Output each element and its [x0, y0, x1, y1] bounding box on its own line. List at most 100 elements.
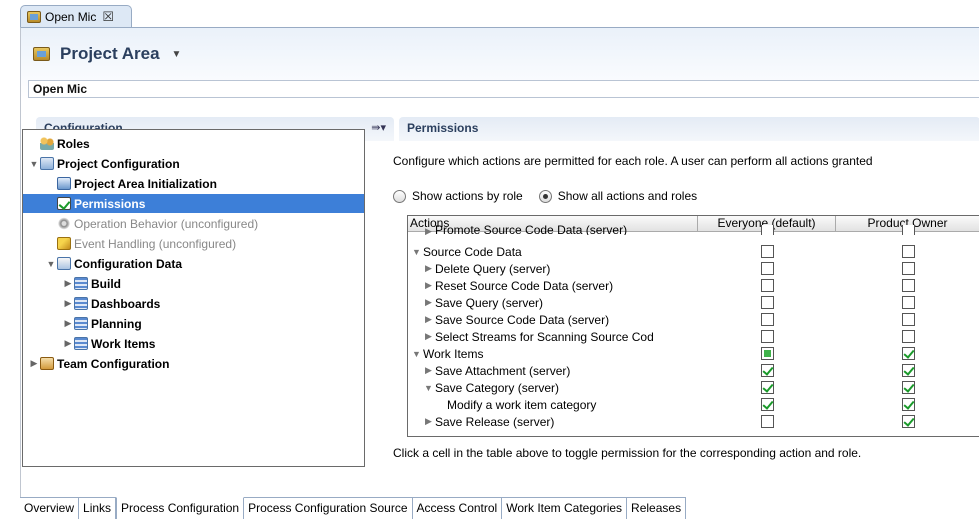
tree-item[interactable]: ▶ Team Configuration — [23, 354, 170, 373]
product-owner-cell[interactable] — [836, 296, 979, 309]
everyone-checkbox[interactable] — [760, 279, 774, 292]
product-owner-checkbox[interactable] — [901, 347, 915, 360]
action-cell[interactable]: ▼ Save Category (server) — [408, 381, 698, 395]
everyone-checkbox[interactable] — [760, 262, 774, 275]
everyone-checkbox[interactable] — [760, 330, 774, 343]
tree-item[interactable]: ▶ Dashboards — [23, 294, 161, 313]
table-row[interactable]: Modify a work item category — [408, 396, 979, 413]
everyone-checkbox[interactable] — [760, 398, 774, 411]
chevron-right-icon[interactable]: ▶ — [63, 298, 73, 309]
tree-item[interactable]: Project Area Initialization — [23, 174, 217, 193]
everyone-cell[interactable] — [698, 296, 836, 309]
chevron-down-icon[interactable]: ▼ — [172, 49, 182, 60]
everyone-checkbox[interactable] — [760, 296, 774, 309]
table-row[interactable]: ▼ Save Category (server) — [408, 379, 979, 396]
tab-process-configuration[interactable]: Process Configuration — [116, 497, 245, 519]
action-cell[interactable]: ▶ Delete Query (server) — [408, 262, 698, 276]
product-owner-checkbox[interactable] — [901, 398, 915, 411]
product-owner-cell[interactable] — [836, 245, 979, 258]
product-owner-checkbox[interactable] — [901, 381, 915, 394]
everyone-cell[interactable] — [698, 279, 836, 292]
table-row[interactable]: ▶ Select Streams for Scanning Source Cod — [408, 328, 979, 345]
chevron-right-icon[interactable]: ▶ — [424, 280, 433, 291]
everyone-cell[interactable] — [698, 245, 836, 258]
product-owner-cell[interactable] — [836, 415, 979, 428]
table-row[interactable]: ▶ Save Release (server) — [408, 413, 979, 430]
product-owner-cell[interactable] — [836, 225, 979, 235]
chevron-down-icon[interactable]: ▼ — [412, 247, 421, 257]
product-owner-cell[interactable] — [836, 364, 979, 377]
product-owner-cell[interactable] — [836, 398, 979, 411]
everyone-checkbox[interactable] — [760, 364, 774, 377]
chevron-right-icon[interactable]: ▶ — [63, 338, 73, 349]
table-row[interactable]: ▶ Save Source Code Data (server) — [408, 311, 979, 328]
everyone-cell[interactable] — [698, 398, 836, 411]
table-row[interactable]: ▶ Reset Source Code Data (server) — [408, 277, 979, 294]
everyone-cell[interactable] — [698, 347, 836, 360]
action-cell[interactable]: ▼ Work Items — [408, 347, 698, 361]
everyone-cell[interactable] — [698, 225, 836, 235]
product-owner-cell[interactable] — [836, 381, 979, 394]
everyone-cell[interactable] — [698, 364, 836, 377]
chevron-right-icon[interactable]: ▶ — [424, 331, 433, 342]
everyone-checkbox[interactable] — [760, 415, 774, 428]
table-row[interactable]: ▶ Delete Query (server) — [408, 260, 979, 277]
table-row[interactable]: ▶ Promote Source Code Data (server) — [408, 225, 979, 235]
action-cell[interactable]: ▶ Save Query (server) — [408, 296, 698, 310]
chevron-right-icon[interactable]: ▶ — [63, 318, 73, 329]
chevron-right-icon[interactable]: ▶ — [424, 365, 433, 376]
chevron-down-icon[interactable]: ▼ — [46, 259, 56, 269]
tree-item[interactable]: ▶ Planning — [23, 314, 142, 333]
product-owner-checkbox[interactable] — [901, 225, 915, 235]
tree-item[interactable]: ▼ Project Configuration — [23, 154, 180, 173]
everyone-checkbox[interactable] — [760, 245, 774, 258]
project-name-field[interactable]: Open Mic — [28, 80, 979, 98]
tree-item[interactable]: Event Handling (unconfigured) — [23, 234, 236, 253]
product-owner-checkbox[interactable] — [901, 313, 915, 326]
action-cell[interactable]: ▶ Select Streams for Scanning Source Cod — [408, 330, 698, 344]
tree-item[interactable]: ▶ Build — [23, 274, 121, 293]
chevron-right-icon[interactable]: ▶ — [29, 358, 39, 369]
everyone-checkbox[interactable] — [760, 225, 774, 235]
action-cell[interactable]: Modify a work item category — [408, 398, 698, 412]
chevron-right-icon[interactable]: ▶ — [424, 314, 433, 325]
tab-releases[interactable]: Releases — [627, 498, 687, 519]
tab-work-item-categories[interactable]: Work Item Categories — [502, 498, 628, 519]
everyone-cell[interactable] — [698, 381, 836, 394]
action-cell[interactable]: ▶ Reset Source Code Data (server) — [408, 279, 698, 293]
chevron-down-icon[interactable]: ▼ — [412, 349, 421, 359]
tree-item[interactable]: ▼ Configuration Data — [23, 254, 182, 273]
chevron-down-icon[interactable]: ▼ — [424, 383, 433, 393]
table-row[interactable]: ▼ Work Items — [408, 345, 979, 362]
view-menu-icon[interactable]: ⇛▾ — [371, 121, 386, 134]
tab-links[interactable]: Links — [79, 498, 117, 519]
tree-item[interactable]: Roles — [23, 134, 90, 153]
product-owner-checkbox[interactable] — [901, 245, 915, 258]
chevron-right-icon[interactable]: ▶ — [424, 263, 433, 274]
everyone-checkbox[interactable] — [760, 313, 774, 326]
product-owner-checkbox[interactable] — [901, 364, 915, 377]
everyone-cell[interactable] — [698, 313, 836, 326]
radio-all-actions[interactable]: Show all actions and roles — [538, 189, 697, 203]
product-owner-checkbox[interactable] — [901, 262, 915, 275]
tree-item[interactable]: Permissions — [23, 194, 364, 213]
action-cell[interactable]: ▶ Save Release (server) — [408, 415, 698, 429]
tree-item[interactable]: ▶ Work Items — [23, 334, 156, 353]
tab-access-control[interactable]: Access Control — [412, 498, 503, 519]
chevron-right-icon[interactable]: ▶ — [63, 278, 73, 289]
radio-by-role-dot[interactable] — [393, 189, 406, 203]
everyone-cell[interactable] — [698, 415, 836, 428]
everyone-cell[interactable] — [698, 330, 836, 343]
action-cell[interactable]: ▶ Save Source Code Data (server) — [408, 313, 698, 327]
product-owner-checkbox[interactable] — [901, 415, 915, 428]
product-owner-cell[interactable] — [836, 262, 979, 275]
everyone-checkbox[interactable] — [760, 347, 774, 360]
tab-process-configuration-source[interactable]: Process Configuration Source — [244, 498, 413, 519]
product-owner-checkbox[interactable] — [901, 279, 915, 292]
table-row[interactable]: ▼ Source Code Data — [408, 243, 979, 260]
product-owner-checkbox[interactable] — [901, 330, 915, 343]
action-cell[interactable]: ▼ Source Code Data — [408, 245, 698, 259]
tree-item[interactable]: Operation Behavior (unconfigured) — [23, 214, 258, 233]
product-owner-checkbox[interactable] — [901, 296, 915, 309]
radio-all-actions-dot[interactable] — [538, 189, 552, 203]
